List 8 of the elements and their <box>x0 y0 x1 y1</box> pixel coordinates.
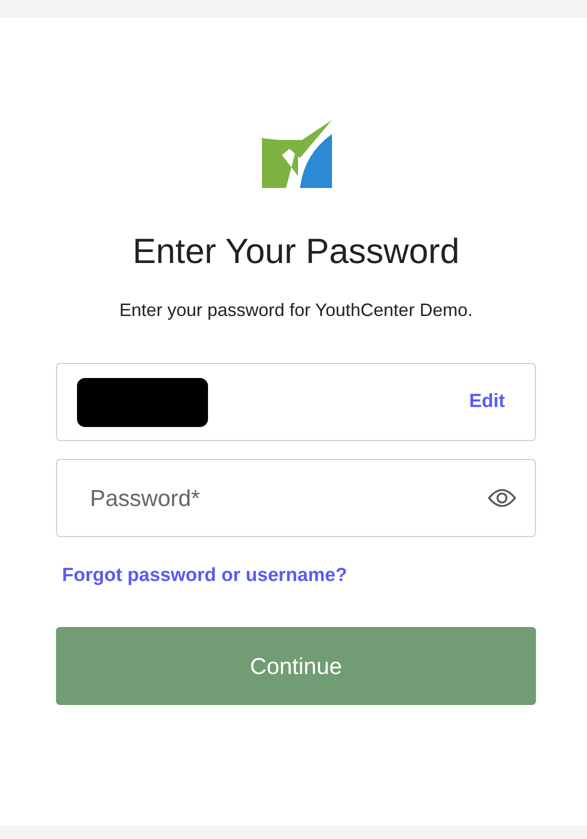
edit-link[interactable]: Edit <box>469 391 505 413</box>
continue-button[interactable]: Continue <box>56 627 536 705</box>
page-heading: Enter Your Password <box>132 232 460 272</box>
forgot-password-link[interactable]: Forgot password or username? <box>62 565 348 587</box>
password-field[interactable]: Password* <box>56 459 536 537</box>
logo-icon <box>258 120 334 188</box>
subtitle: Enter your password for YouthCenter Demo. <box>119 300 473 321</box>
eye-icon[interactable] <box>488 488 516 508</box>
